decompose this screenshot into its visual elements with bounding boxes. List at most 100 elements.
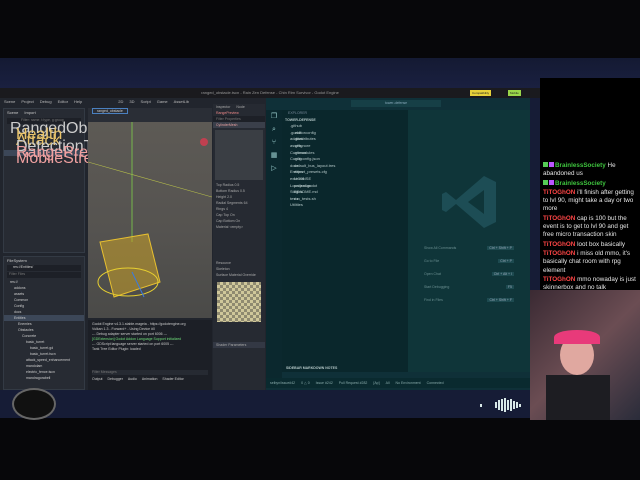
visualizer-bar [480, 403, 482, 407]
status-issue[interactable]: Issue #242 [316, 378, 333, 388]
file-item[interactable]: default_bus_layout.tres [282, 163, 408, 170]
tab-debugger[interactable]: Debugger [108, 377, 123, 382]
chat-message: BrainlessSociety [543, 179, 638, 188]
workspace-3d[interactable]: 3D [129, 99, 134, 105]
file-item[interactable]: project.godot [282, 183, 408, 190]
visualizer-bar [513, 401, 515, 409]
folder-item[interactable]: .github [282, 123, 408, 130]
path-input[interactable]: res://Entities/ [7, 265, 81, 271]
chat-message: TiTOGhON loot box basically [543, 241, 638, 249]
file-item[interactable]: export_presets.cfg [282, 169, 408, 176]
status-branch[interactable]: selbyn/issue#42 [270, 378, 295, 388]
visualizer-bar [498, 400, 500, 410]
tree-node[interactable]: MobileStreamPlayer3D [4, 151, 181, 167]
file-tree: res:// addons assets Common Config docs … [4, 279, 84, 381]
status-problems[interactable]: 0 △ 0 [301, 378, 310, 388]
chat-username[interactable]: TiTOGhON [543, 189, 575, 196]
file-list: .editorconfig .gitattributes .gitignore .gi… [282, 130, 408, 201]
chat-username[interactable]: TiTOGhON [543, 250, 575, 257]
3d-viewport[interactable] [87, 122, 213, 318]
tab-import[interactable]: Import [24, 110, 35, 115]
folder-item[interactable]: Utilities [282, 202, 408, 209]
debug-icon[interactable]: ▷ [266, 162, 282, 175]
explorer-icon[interactable]: ❐ [266, 110, 282, 123]
status-bar: selbyn/issue#42 0 △ 0 Issue #242 Pull Re… [266, 378, 530, 388]
workspace-assetlib[interactable]: AssetLib [174, 99, 189, 105]
visualizer-bar [504, 398, 506, 412]
prop-material: Material <empty> [216, 225, 244, 229]
material-preview [217, 282, 261, 322]
file-item[interactable]: .editorconfig [282, 130, 408, 137]
chat-username[interactable]: BrainlessSociety [555, 162, 606, 169]
file-item[interactable]: .gitignore [282, 143, 408, 150]
shortcut-keys: Ctrl + Alt + I [491, 272, 514, 276]
window-titlebar: ranged_obstacle.tscn - Rain Zen Defense … [0, 88, 540, 98]
scene-tab-bar: ranged_obstacle [88, 108, 212, 122]
status-pr[interactable]: Pull Request #282 [339, 378, 368, 388]
status-environment[interactable]: No Environment [396, 378, 421, 388]
section-shader-params[interactable]: Shader Parameters [213, 342, 265, 348]
menu-project[interactable]: Project [21, 99, 33, 105]
visualizer-bar [507, 400, 509, 410]
badge-icon [549, 162, 554, 167]
menu-debug[interactable]: Debug [40, 99, 52, 105]
tab-audio[interactable]: Audio [128, 377, 137, 382]
mobile-tag[interactable]: Mobile [508, 90, 521, 96]
filter-messages-input[interactable]: Filter Messages [92, 370, 208, 375]
file-item[interactable]: run_tests.sh [282, 196, 408, 203]
file-item[interactable]: .gutconfig.json [282, 156, 408, 163]
editor-welcome: Show All Commands Ctrl + Shift + P Go to F… [408, 110, 530, 372]
tab-shader-editor[interactable]: Shader Editor [162, 377, 183, 382]
output-line: Tank Tree Editor Plugin: loaded [92, 347, 141, 351]
shortcut-keys: Ctrl + Shift + P [487, 246, 514, 250]
folder-list: .github .godot addons assets Common Config doc… [282, 123, 408, 207]
shortcut-label: Show All Commands [424, 246, 457, 250]
file-item[interactable]: mandragorabell [4, 375, 84, 381]
chat-username[interactable]: BrainlessSociety [555, 180, 606, 187]
streamer-shirt [546, 375, 610, 420]
command-center-search[interactable]: tower-defense [351, 100, 441, 107]
status-all[interactable]: All [386, 378, 390, 388]
mesh-preview [215, 130, 263, 180]
source-control-icon[interactable]: ⑂ [266, 136, 282, 149]
visualizer-bar [495, 402, 497, 408]
scene-tab[interactable]: ranged_obstacle [92, 108, 128, 114]
chat-message: TiTOGhON i'll finish after getting to lv… [543, 189, 638, 214]
menu-editor[interactable]: Editor [58, 99, 68, 105]
status-connected[interactable]: Connected [427, 378, 444, 388]
search-icon[interactable]: ⌕ [266, 123, 282, 136]
visualizer-bar [516, 402, 518, 408]
webcam-feed [530, 290, 640, 420]
file-item[interactable]: .gitattributes [282, 136, 408, 143]
file-item[interactable]: README.md [282, 189, 408, 196]
chat-username[interactable]: TiTOGhON [543, 215, 575, 222]
tab-output[interactable]: Output [92, 377, 103, 382]
section-surface-material[interactable]: Surface Material Override [213, 272, 265, 278]
audio-visualizer [480, 398, 521, 412]
chat-username[interactable]: TiTOGhON [543, 276, 575, 283]
scene-tree: RangedObstacle Health Attack DetectionTi… [4, 121, 181, 167]
explorer-sidebar: EXPLORER TOWER-DEFENSE .github .godot addo… [282, 110, 408, 372]
workspace-2d[interactable]: 2D [118, 99, 123, 105]
shortcut-label: Find in Files [424, 298, 443, 302]
filter-files-input[interactable]: Filter Files [7, 272, 81, 278]
menu-scene[interactable]: Scene [4, 99, 15, 105]
file-item[interactable]: LICENSE [282, 176, 408, 183]
shortcut-row: Start Debugging F5 [424, 285, 514, 289]
tab-animation[interactable]: Animation [142, 377, 158, 382]
workspace-root[interactable]: TOWER-DEFENSE [282, 117, 408, 124]
shortcut-keys: Ctrl + P [498, 259, 514, 263]
status-ap[interactable]: [Ap] [373, 378, 379, 388]
chat-username[interactable]: TiTOGhON [543, 241, 575, 248]
streamer-hair [554, 330, 600, 344]
badge-icon [549, 179, 554, 185]
extensions-icon[interactable]: ▦ [266, 149, 282, 162]
menu-help[interactable]: Help [74, 99, 82, 105]
file-item[interactable]: .gitmodules [282, 150, 408, 157]
outline-section[interactable]: SIDEBAR MARKDOWN NOTES [286, 365, 337, 372]
workspace-game[interactable]: Game [157, 99, 168, 105]
tab-scene[interactable]: Scene [7, 110, 18, 115]
resource-header[interactable]: CylinderMesh [213, 122, 265, 128]
renderer-tag[interactable]: Compatibility [470, 90, 492, 96]
workspace-script[interactable]: Script [141, 99, 151, 105]
